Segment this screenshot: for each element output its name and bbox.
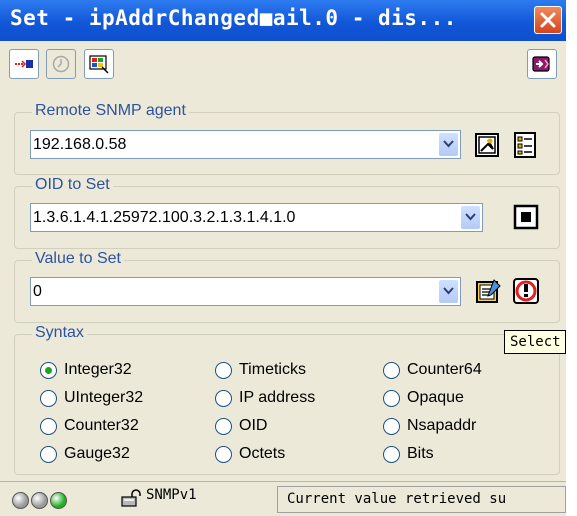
oid-combo[interactable]: [30, 203, 483, 232]
status-bar: SNMPv1 Current value retrieved su: [0, 481, 566, 516]
snmp-set-window: Set - ipAddrChanged■ail.0 - dis... Remot…: [0, 0, 566, 516]
alert-clock-icon: [513, 278, 539, 304]
oid-input[interactable]: [33, 206, 447, 229]
value-edit-button[interactable]: [474, 277, 502, 305]
radio-circle: [383, 362, 400, 379]
value-dropdown-button[interactable]: [439, 280, 458, 303]
windows-flag-icon: [89, 55, 109, 74]
radio-circle: [383, 418, 400, 435]
toolbar-button-windows[interactable]: [84, 49, 114, 79]
value-combo[interactable]: [30, 277, 461, 306]
radio-circle: [40, 390, 57, 407]
exit-icon: [532, 56, 550, 72]
status-light-gray: [12, 492, 29, 509]
radio-label: Nsapaddr: [407, 417, 477, 434]
disabled-clock-icon: [52, 55, 70, 73]
tooltip-text: Select: [510, 334, 561, 350]
radio-circle: [40, 418, 57, 435]
radio-circle: [383, 446, 400, 463]
toolbar-button-clock[interactable]: [46, 49, 76, 79]
radio-circle: [215, 446, 232, 463]
window-title: Set - ipAddrChanged■ail.0 - dis...: [10, 6, 457, 30]
status-message: Current value retrieved su: [287, 491, 507, 507]
toolbar-button-arrow[interactable]: [9, 49, 39, 79]
radio-label: Opaque: [407, 389, 464, 406]
agent-list-button[interactable]: [512, 131, 540, 159]
snmp-version-label: SNMPv1: [146, 487, 197, 503]
radio-label: Timeticks: [239, 361, 306, 378]
radio-circle: [40, 362, 57, 379]
syntax-legend: Syntax: [32, 324, 87, 342]
tooltip: Select: [504, 330, 566, 354]
chevron-down-icon: [443, 140, 454, 148]
agent-properties-icon: [475, 133, 499, 157]
set-value-button[interactable]: [512, 277, 540, 305]
chevron-down-icon: [443, 287, 454, 295]
radio-label: Integer32: [64, 361, 132, 378]
radio-label: OID: [239, 417, 268, 434]
remote-agent-combo[interactable]: [30, 130, 461, 159]
value-input[interactable]: [33, 280, 423, 303]
radio-label: Octets: [239, 445, 286, 462]
padlock-icon: [121, 489, 141, 507]
agent-properties-button[interactable]: [474, 131, 502, 159]
remote-agent-dropdown-button[interactable]: [439, 133, 458, 156]
status-light-gray: [31, 492, 48, 509]
oid-dropdown-button[interactable]: [461, 206, 480, 229]
radio-label: Counter64: [407, 361, 482, 378]
agent-list-icon: [514, 132, 536, 158]
oid-browse-button[interactable]: [512, 203, 540, 231]
close-button[interactable]: [534, 6, 562, 34]
window-edge: [566, 0, 577, 516]
radio-label: IP address: [239, 389, 316, 406]
radio-circle: [215, 362, 232, 379]
close-icon: [540, 12, 556, 28]
radio-label: UInteger32: [64, 389, 144, 406]
exit-button[interactable]: [527, 49, 557, 79]
radio-circle: [215, 418, 232, 435]
arrow-to-box-icon: [15, 60, 33, 68]
radio-selected-dot: [45, 367, 52, 374]
radio-circle: [40, 446, 57, 463]
title-bar[interactable]: Set - ipAddrChanged■ail.0 - dis...: [0, 0, 566, 41]
oid-browse-icon: [513, 204, 539, 230]
notepad-edit-icon: [476, 279, 501, 303]
status-light-green: [50, 492, 67, 509]
oid-legend: OID to Set: [32, 176, 113, 194]
radio-label: Gauge32: [64, 445, 130, 462]
value-legend: Value to Set: [32, 250, 124, 268]
radio-circle: [383, 390, 400, 407]
remote-agent-input[interactable]: [33, 133, 423, 156]
radio-label: Bits: [407, 445, 434, 462]
status-message-panel: Current value retrieved su: [277, 486, 566, 513]
radio-label: Counter32: [64, 417, 139, 434]
remote-agent-legend: Remote SNMP agent: [32, 102, 189, 120]
radio-circle: [215, 390, 232, 407]
chevron-down-icon: [465, 213, 476, 221]
